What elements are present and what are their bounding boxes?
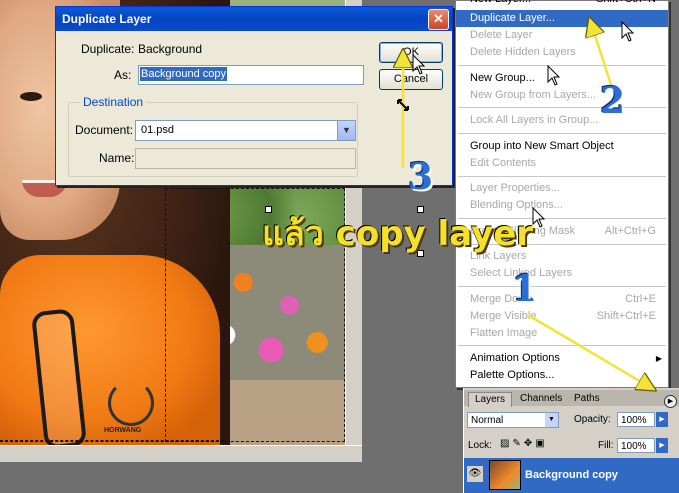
step-number-2: 2 <box>600 80 626 122</box>
annotation-caption: แล้ว copy layer <box>262 214 534 254</box>
arrow-step-1 <box>527 313 648 386</box>
cursor-icon <box>621 20 635 42</box>
arrow-step-2 <box>592 26 614 89</box>
step-number-1: 1 <box>512 268 538 310</box>
cursor-icon <box>412 53 426 75</box>
step-number-3: 3 <box>408 156 434 198</box>
cursor-icon <box>532 206 546 228</box>
cursor-icon <box>547 64 561 86</box>
